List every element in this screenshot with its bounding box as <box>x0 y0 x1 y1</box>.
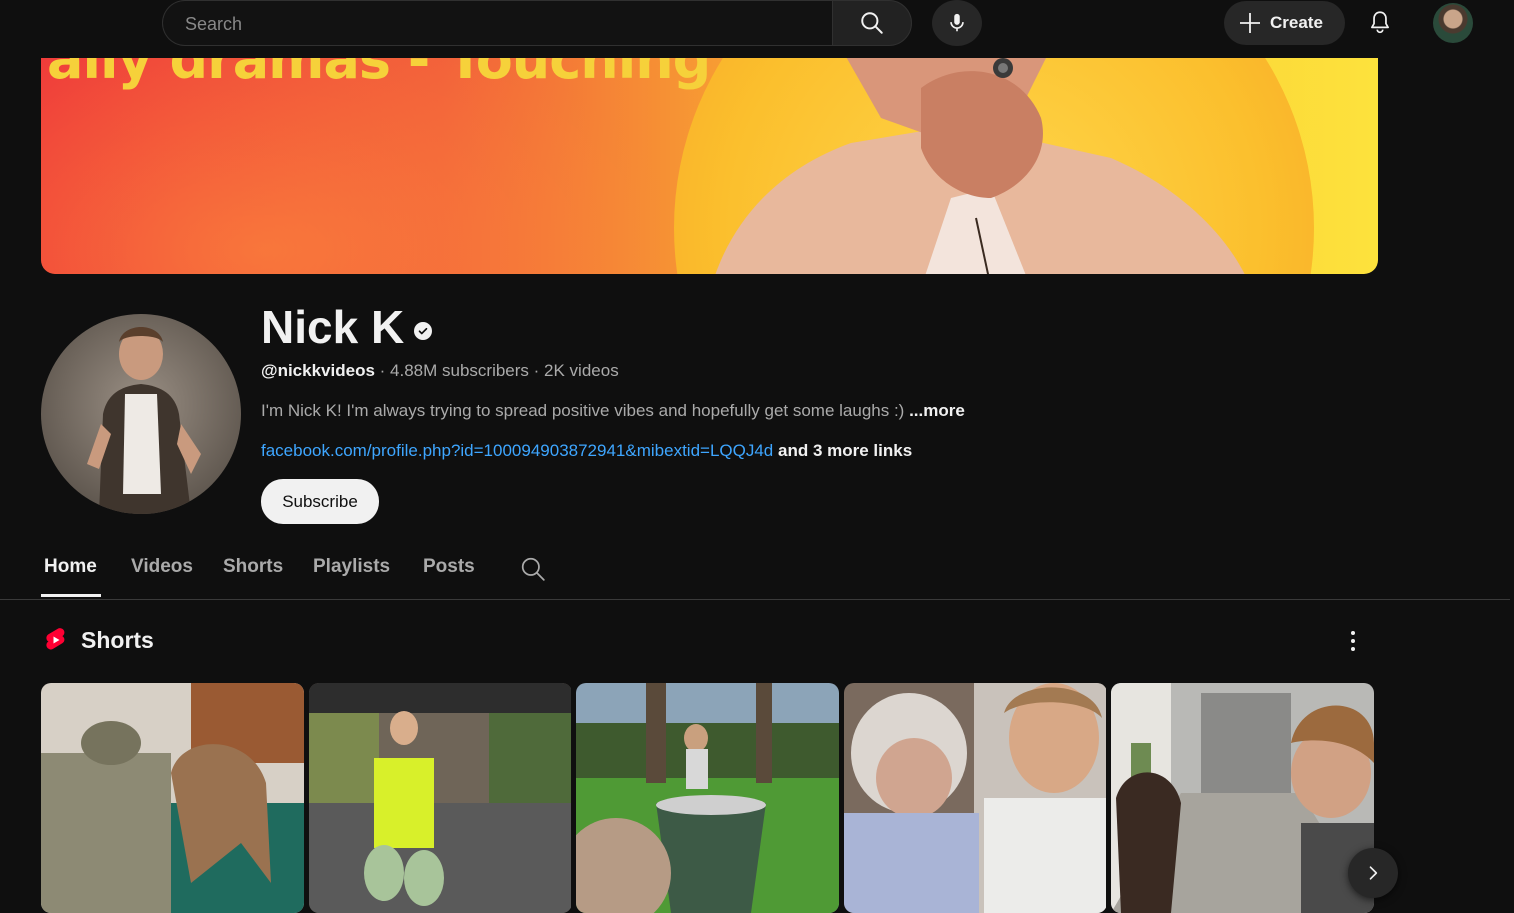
channel-name: Nick K <box>261 300 433 354</box>
channel-avatar[interactable] <box>41 314 241 514</box>
video-count: · 2K videos <box>533 361 619 380</box>
search-icon <box>861 12 883 34</box>
notifications-button[interactable] <box>1360 2 1400 42</box>
tab-videos[interactable]: Videos <box>131 556 193 578</box>
facebook-link[interactable]: facebook.com/profile.php?id=100094903872… <box>261 441 773 460</box>
description-text: I'm Nick K! I'm always trying to spread … <box>261 401 905 420</box>
channel-avatar-portrait <box>87 327 201 514</box>
user-avatar[interactable] <box>1433 3 1473 43</box>
short-thumbnail-1[interactable] <box>41 683 304 913</box>
shorts-section-title: Shorts <box>81 627 154 653</box>
microphone-icon <box>950 13 964 32</box>
channel-handle: @nickkvideos <box>261 361 375 380</box>
channel-tabs: Home Videos Shorts Playlists Posts <box>0 540 1510 600</box>
shorts-logo-icon <box>46 628 65 650</box>
active-tab-indicator <box>41 594 101 597</box>
next-arrow-button[interactable] <box>1348 848 1398 898</box>
short-thumbnail-4[interactable] <box>844 683 1107 913</box>
search-box[interactable] <box>162 0 832 47</box>
search-button[interactable] <box>832 0 912 46</box>
channel-meta: @nickkvideos · 4.88M subscribers · 2K vi… <box>261 361 619 381</box>
short-thumbnail-5[interactable] <box>1111 683 1374 913</box>
voice-search-button[interactable] <box>932 0 982 46</box>
short-thumbnail-2[interactable] <box>309 683 572 913</box>
more-links-button[interactable]: and 3 more links <box>778 441 912 460</box>
tab-posts[interactable]: Posts <box>423 556 475 578</box>
create-button[interactable]: Create <box>1224 1 1345 45</box>
channel-banner: ally dramas - Touching stories <box>41 58 1378 274</box>
tab-shorts[interactable]: Shorts <box>223 556 283 578</box>
create-label: Create <box>1270 13 1323 32</box>
channel-description[interactable]: I'm Nick K! I'm always trying to spread … <box>261 401 965 421</box>
search-input[interactable] <box>183 1 807 47</box>
subscriber-count: · 4.88M subscribers <box>379 361 529 380</box>
banner-person-illustration <box>715 58 1245 274</box>
top-bar: Create <box>0 0 1514 58</box>
description-more-link[interactable]: ...more <box>909 401 965 420</box>
tab-playlists[interactable]: Playlists <box>313 556 390 578</box>
subscribe-button[interactable]: Subscribe <box>261 479 379 524</box>
channel-name-text: Nick K <box>261 301 405 353</box>
more-options-icon[interactable] <box>1340 626 1366 656</box>
tab-home[interactable]: Home <box>44 556 97 578</box>
chevron-right-icon <box>1369 866 1378 880</box>
short-thumbnail-3[interactable] <box>576 683 839 913</box>
channel-links: facebook.com/profile.php?id=100094903872… <box>261 441 912 461</box>
verified-icon <box>414 322 433 340</box>
bell-icon <box>1371 11 1389 34</box>
channel-search-icon[interactable] <box>520 556 546 582</box>
plus-icon <box>1240 13 1260 33</box>
